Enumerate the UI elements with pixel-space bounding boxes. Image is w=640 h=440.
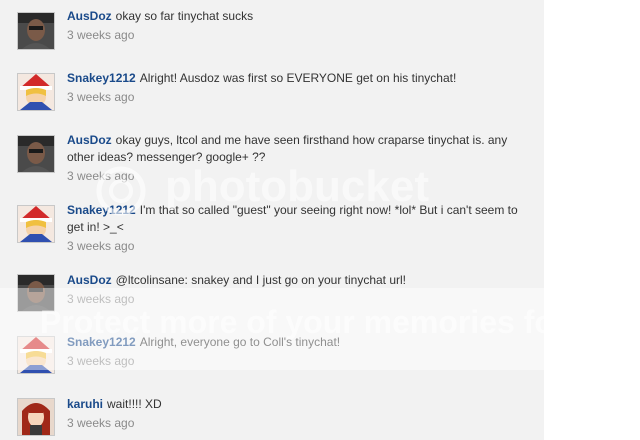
username-link[interactable]: karuhi <box>67 397 103 411</box>
message-line: AusDoz okay so far tinychat sucks <box>67 8 537 25</box>
username-link[interactable]: AusDoz <box>67 9 112 23</box>
timestamp: 3 weeks ago <box>67 90 135 104</box>
message-line: Snakey1212 Alright! Ausdoz was first so E… <box>67 70 537 87</box>
chat-message: AusDoz okay so far tinychat sucks 3 weeks… <box>0 0 544 62</box>
message-line: karuhi wait!!!! XD <box>67 396 537 413</box>
message-line: AusDoz okay guys, ltcol and me have seen … <box>67 132 537 166</box>
masked-figure-avatar[interactable] <box>17 135 55 173</box>
santa-hat-character-avatar[interactable] <box>17 73 55 111</box>
masked-figure-avatar[interactable] <box>17 12 55 50</box>
red-haired-character-avatar[interactable] <box>17 398 55 436</box>
timestamp: 3 weeks ago <box>67 28 135 42</box>
chat-message: karuhi wait!!!! XD 3 weeks ago <box>0 390 544 440</box>
username-link[interactable]: Snakey1212 <box>67 71 136 85</box>
santa-hat-character-avatar[interactable] <box>17 205 55 243</box>
message-line: AusDoz @ltcolinsane: snakey and I just go… <box>67 272 537 289</box>
username-link[interactable]: AusDoz <box>67 133 112 147</box>
message-text: @ltcolinsane: snakey and I just go on yo… <box>115 273 407 287</box>
page-margin <box>544 0 640 440</box>
message-text: okay so far tinychat sucks <box>115 9 254 23</box>
message-text: Alright! Ausdoz was first so EVERYONE ge… <box>139 71 457 85</box>
watermark-tagline: Protect more of your memories for less! <box>40 304 630 340</box>
chat-message: Snakey1212 Alright! Ausdoz was first so E… <box>0 62 544 124</box>
timestamp: 3 weeks ago <box>67 416 135 430</box>
message-text: okay guys, ltcol and me have seen firsth… <box>67 133 508 164</box>
chat-feed: AusDoz okay so far tinychat sucks 3 weeks… <box>0 0 544 440</box>
username-link[interactable]: AusDoz <box>67 273 112 287</box>
timestamp: 3 weeks ago <box>67 239 135 253</box>
watermark-brand: photobucket <box>165 162 429 211</box>
photobucket-logo-icon <box>96 166 146 216</box>
message-text: wait!!!! XD <box>107 397 162 411</box>
